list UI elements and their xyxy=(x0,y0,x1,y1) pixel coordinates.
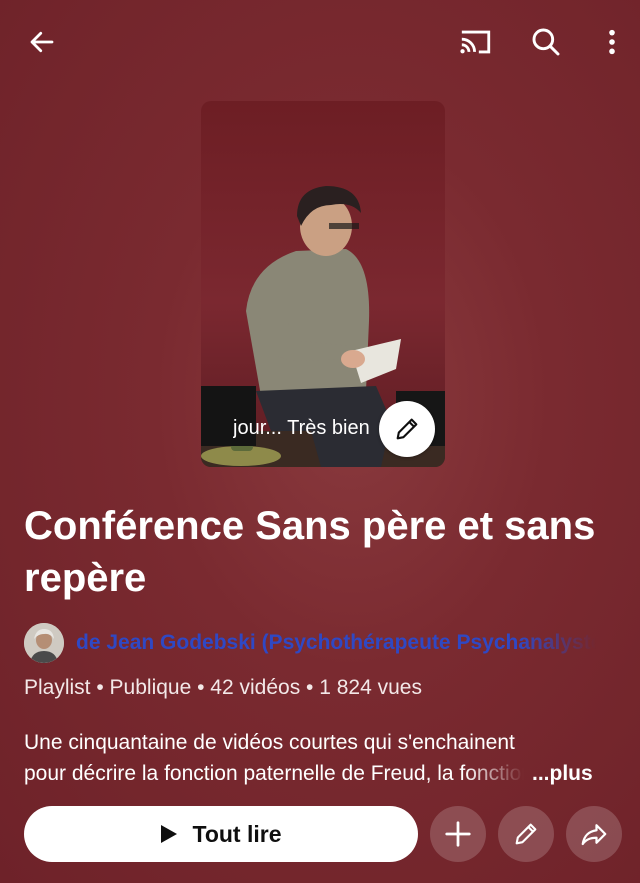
share-button[interactable] xyxy=(566,806,622,862)
channel-row[interactable]: de Jean Godebski (Psychothérapeute Psych… xyxy=(24,622,624,664)
add-button[interactable] xyxy=(430,806,486,862)
more-vertical-icon xyxy=(609,29,615,55)
channel-link[interactable]: de Jean Godebski (Psychothérapeute Psych… xyxy=(76,631,596,655)
cast-icon xyxy=(460,30,491,54)
playlist-meta: Playlist • Publique • 42 vidéos • 1 824 … xyxy=(24,676,422,699)
pencil-icon xyxy=(515,823,537,845)
back-button[interactable] xyxy=(18,20,66,64)
description-line-2: pour décrire la fonction paternelle de F… xyxy=(24,762,524,785)
playlist-description[interactable]: Une cinquantaine de vidéos courtes qui s… xyxy=(24,727,624,789)
arrow-left-icon xyxy=(30,31,54,53)
edit-thumbnail-button[interactable] xyxy=(379,401,435,457)
search-button[interactable] xyxy=(522,20,570,64)
top-bar xyxy=(0,0,640,82)
search-icon xyxy=(532,28,560,56)
play-icon xyxy=(161,825,178,843)
share-icon xyxy=(581,824,607,846)
more-link[interactable]: ...plus xyxy=(532,758,593,789)
playlist-title: Conférence Sans père et sans repère xyxy=(24,504,596,600)
play-all-button[interactable]: Tout lire xyxy=(24,806,418,862)
pencil-icon xyxy=(396,418,418,440)
cast-button[interactable] xyxy=(452,20,500,64)
edit-button[interactable] xyxy=(498,806,554,862)
description-line-1: Une cinquantaine de vidéos courtes qui s… xyxy=(24,731,515,754)
user-avatar-image xyxy=(24,623,64,663)
plus-icon xyxy=(445,821,471,847)
video-caption: jour... Très bien xyxy=(233,417,370,439)
playlist-thumbnail[interactable]: jour... Très bien xyxy=(201,101,445,467)
avatar[interactable] xyxy=(24,623,64,663)
play-all-label: Tout lire xyxy=(192,820,282,847)
more-options-button[interactable] xyxy=(590,20,634,64)
